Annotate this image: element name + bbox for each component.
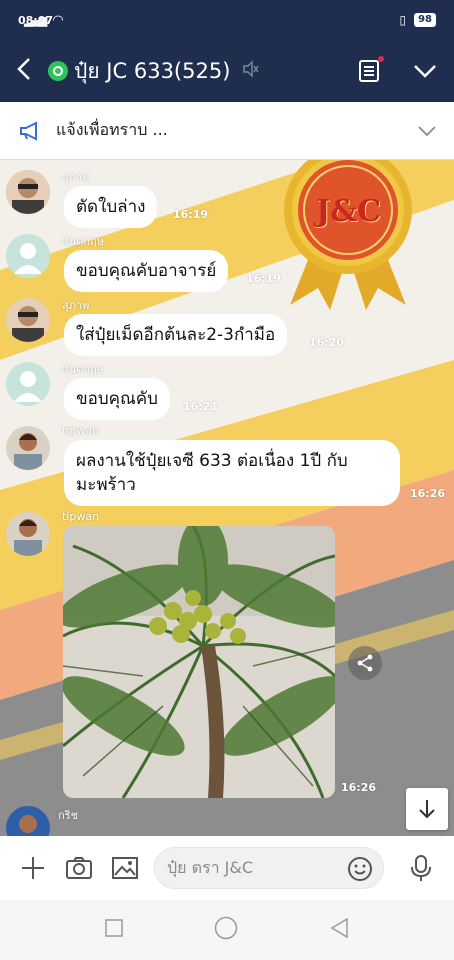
back-button[interactable] [0,55,48,88]
sender-name: สุภาพ [62,171,90,184]
avatar[interactable] [6,362,50,406]
chevron-left-icon [17,57,30,80]
message-line: ผลงานใช้ปุ๋ยเจซี 633 ต่อเนื่อง 1ปี กับ [76,451,348,471]
sender-name: สันตกฤษ [62,363,104,376]
add-button[interactable] [10,855,56,881]
notes-button[interactable] [342,56,396,83]
image-icon [112,857,138,879]
note-icon [359,60,379,82]
avatar[interactable] [6,298,50,342]
notification-dot [378,56,384,62]
share-button[interactable] [348,646,382,680]
message-input-bar: ปุ๋ย ตรา J&C [0,836,454,900]
square-icon [105,919,124,937]
message-bubble[interactable]: ขอบคุณคับอาจารย์ [64,250,229,292]
openchat-icon [48,61,68,81]
microphone-icon [411,855,431,881]
recents-button[interactable] [105,919,124,941]
sender-name: กริช [58,809,79,822]
message-time: 16:26 [341,781,377,794]
message-time: 16:26 [410,487,446,500]
message-bubble[interactable]: ใส่ปุ๋ยเม็ดอีกต้นละ2-3กำมือ [64,314,288,356]
sender-name: tipwan [62,424,100,437]
emoji-button[interactable] [347,856,373,886]
chat-header: ปุ๋ย JC 633(525) [0,40,454,102]
scroll-to-bottom-button[interactable] [406,788,448,830]
menu-toggle-button[interactable] [396,64,454,78]
announcement-text: แจ้งเพื่อทราบ ... [56,120,168,139]
clock: 08:07 [18,13,54,27]
emoji-icon [348,857,372,881]
message-time: 16:20 [309,336,345,349]
camera-icon [66,857,92,879]
arrow-down-icon [419,800,435,819]
wifi-icon: ◠ [52,12,64,28]
home-button[interactable] [214,916,238,944]
chevron-down-icon [414,65,436,78]
message-time: 16:19 [246,272,282,285]
coconut-tree-photo[interactable] [63,526,335,798]
sender-name: สันตกฤษ [62,235,104,248]
battery-indicator: 98 [414,13,436,27]
message-time: 16:19 [173,208,209,221]
voice-button[interactable] [398,854,444,882]
system-back-button[interactable] [329,917,349,943]
chat-area[interactable]: J&C สุภาพ ตัดใบล่าง 16:19 สันตกฤษ ขอบคุณ… [0,160,454,836]
avatar[interactable] [6,234,50,278]
megaphone-icon [20,120,37,141]
avatar[interactable] [6,170,50,214]
plus-icon [22,857,44,879]
logo-text: J&C [316,194,382,229]
system-nav-bar [0,900,454,960]
avatar[interactable] [6,512,50,556]
message-bubble[interactable]: ผลงานใช้ปุ๋ยเจซี 633 ต่อเนื่อง 1ปี กับ ม… [64,440,400,506]
avatar[interactable] [6,426,50,470]
message-bubble[interactable]: ตัดใบล่าง [64,186,158,228]
camera-button[interactable] [56,856,102,880]
sender-name: tipwan [62,510,100,523]
gallery-button[interactable] [102,856,148,880]
chat-title: ปุ๋ย JC 633(525) [74,58,231,83]
announcement-bar[interactable]: แจ้งเพื่อทราบ ... [0,102,454,160]
share-icon [357,654,373,672]
status-bar: 08:07 ▂▄▆ ◠ ▯ 98 [0,0,454,40]
sender-name: สุภาพ [62,299,90,312]
message-time: 16:21 [183,400,219,413]
input-placeholder: ปุ๋ย ตรา J&C [167,857,254,877]
message-input[interactable]: ปุ๋ย ตรา J&C [154,847,384,889]
circle-icon [214,916,238,940]
message-line: มะพร้าว [76,475,136,495]
triangle-back-icon [330,917,348,939]
vibrate-icon: ▯ [399,13,407,27]
chevron-down-icon [418,125,436,136]
mute-icon [242,60,260,82]
message-bubble[interactable]: ขอบคุณคับ [64,378,170,420]
